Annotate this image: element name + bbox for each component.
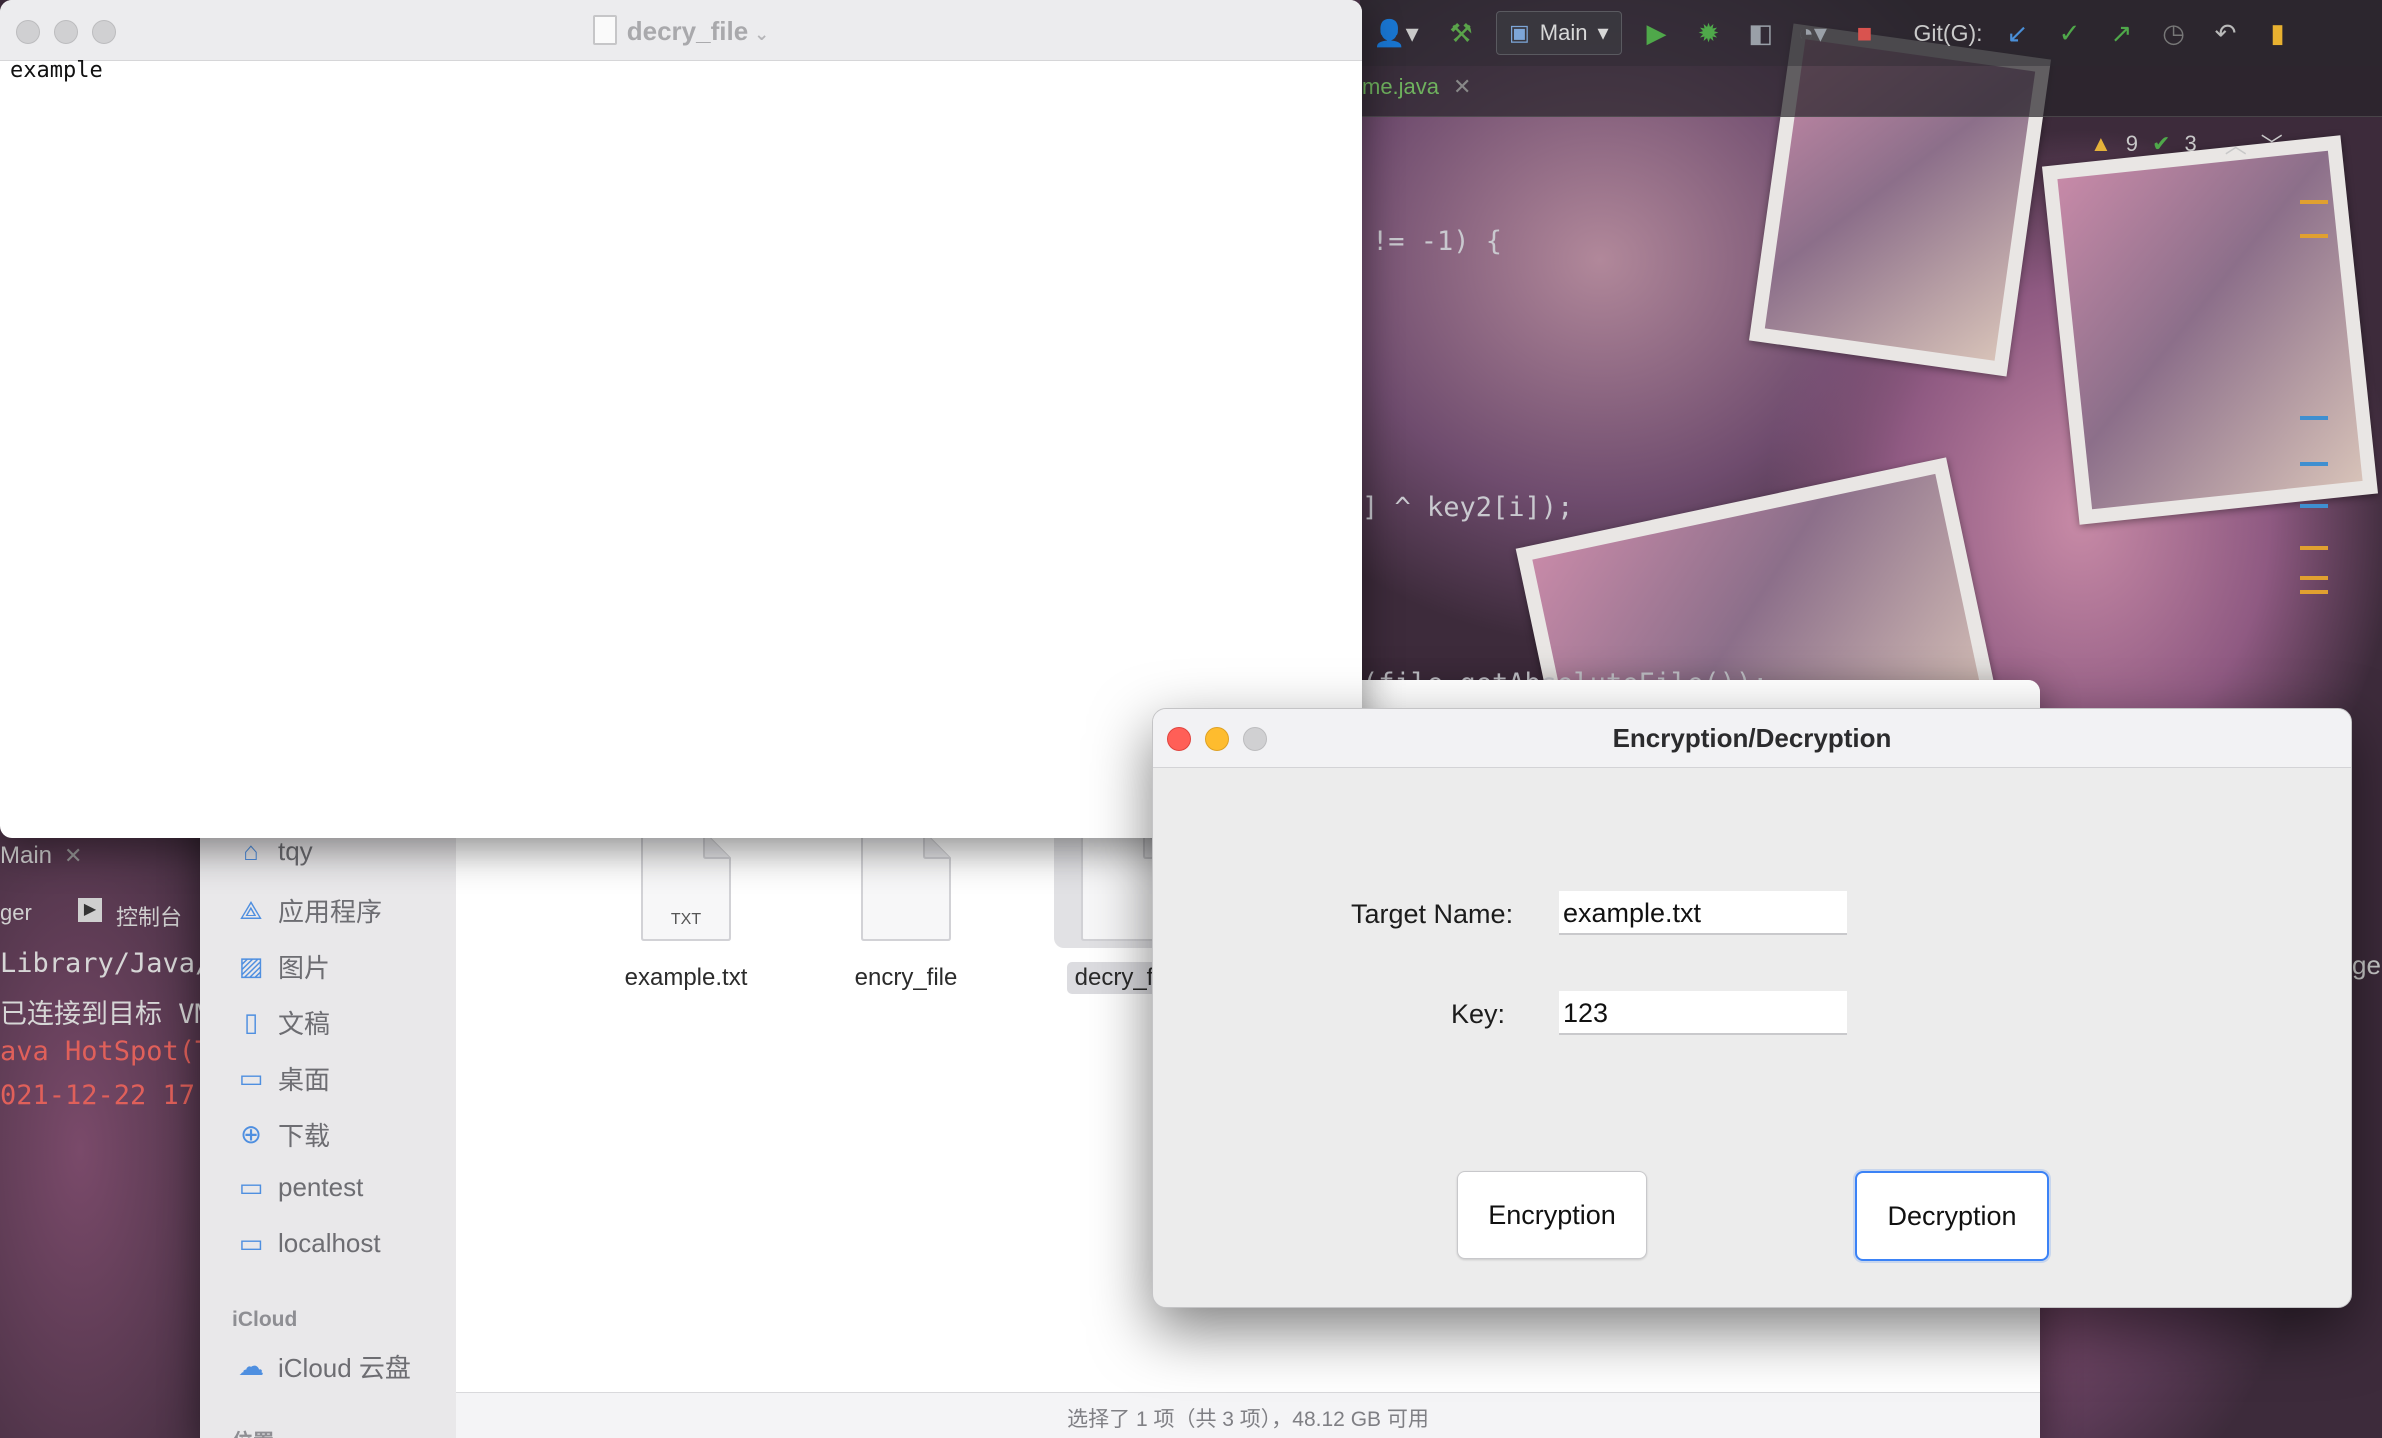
- build-hammer-icon[interactable]: ⚒: [1444, 16, 1478, 50]
- editor-tabbar: me.java ✕: [1360, 66, 2382, 117]
- target-name-input[interactable]: example.txt: [1559, 891, 1847, 935]
- git-label: Git(G):: [1913, 19, 1983, 46]
- git-update-icon[interactable]: ↙: [2001, 16, 2035, 50]
- check-icon: ✔: [2152, 131, 2171, 156]
- text-file-icon: TXT: [641, 831, 731, 941]
- sidebar-item-pentest[interactable]: ▭ pentest: [236, 1172, 364, 1203]
- sidebar-item-downloads[interactable]: ⊕ 下载: [236, 1116, 330, 1153]
- run-tab[interactable]: Main ✕: [0, 842, 82, 870]
- run-config-label: Main: [1539, 20, 1588, 45]
- chevron-down-icon: ⌄: [754, 24, 770, 44]
- cloud-icon: ☁: [238, 1351, 264, 1381]
- editor-minimap[interactable]: [2300, 110, 2382, 630]
- console-line: Library/Java/: [0, 948, 200, 979]
- run-tab-label: Main: [0, 842, 53, 869]
- applications-icon: ⟁: [239, 894, 263, 925]
- history-icon[interactable]: ◷: [2157, 16, 2191, 50]
- debug-icon[interactable]: ✹: [1692, 16, 1726, 50]
- ide-toolbar: 👤▾ ⚒ ▣ Main ▾ ▶ ✹ ◧ ◔▾ ■ Git(G): ↙ ✓ ↗ ◷…: [1360, 0, 2382, 66]
- home-icon: ⌂: [243, 836, 259, 866]
- stop-icon[interactable]: ■: [1848, 16, 1882, 50]
- sidebar-item-label: iCloud 云盘: [278, 1353, 411, 1383]
- warning-icon: ▲: [2090, 131, 2112, 156]
- downloads-icon: ⊕: [240, 1119, 262, 1149]
- file-badge: TXT: [671, 911, 701, 928]
- sidebar-item-label: 应用程序: [278, 897, 383, 927]
- editor-tab-label: me.java: [1362, 74, 1440, 99]
- window-title-text: decry_file: [626, 16, 749, 46]
- dialog-title: Encryption/Decryption: [1612, 723, 1892, 753]
- file-icon: [861, 831, 951, 941]
- decryption-button[interactable]: Decryption: [1855, 1171, 2049, 1261]
- console-icon: ▶: [78, 898, 102, 922]
- folder-icon: ▭: [238, 1172, 264, 1202]
- file-name: example.txt: [624, 964, 748, 991]
- key-input[interactable]: 123: [1559, 991, 1847, 1035]
- window-titlebar: decry_file ⌄: [0, 0, 1362, 61]
- coverage-icon[interactable]: ◧: [1744, 16, 1778, 50]
- user-icon[interactable]: 👤▾: [1366, 16, 1426, 50]
- checks-count: 3: [2184, 131, 2197, 156]
- config-icon: ▣: [1509, 20, 1530, 45]
- plugin-icon[interactable]: ▮: [2261, 16, 2295, 50]
- sidebar-item-label: 文稿: [278, 1009, 331, 1039]
- desktop-icon: ▭: [238, 1063, 264, 1093]
- chevron-down-icon[interactable]: ﹀: [2261, 128, 2283, 160]
- console-line: 已连接到目标 VM,: [0, 999, 200, 1030]
- sidebar-item-label: 桌面: [278, 1065, 331, 1095]
- warnings-count: 9: [2125, 131, 2139, 156]
- finder-statusbar: 选择了 1 项（共 3 项），48.12 GB 可用: [456, 1392, 2040, 1438]
- sidebar-item-localhost[interactable]: ▭ localhost: [236, 1228, 381, 1259]
- sidebar-section-icloud: iCloud: [232, 1308, 298, 1331]
- dialog-titlebar: Encryption/Decryption: [1153, 709, 2351, 768]
- console-toolbar-label: ger: [0, 900, 32, 925]
- run-icon[interactable]: ▶: [1640, 16, 1674, 50]
- partial-label: ge: [2352, 950, 2381, 980]
- sidebar-item-desktop[interactable]: ▭ 桌面: [236, 1060, 330, 1097]
- close-icon[interactable]: ✕: [1453, 74, 1471, 99]
- document-text[interactable]: example: [10, 58, 103, 83]
- sidebar-item-label: 图片: [278, 953, 331, 983]
- sidebar-item-label: 下载: [278, 1121, 331, 1151]
- code-line: ] ^ key2[i]);: [1362, 492, 1574, 523]
- code-line: != -1) {: [1372, 226, 1503, 257]
- window-title[interactable]: decry_file ⌄: [0, 15, 1362, 47]
- rollback-icon[interactable]: ↶: [2209, 16, 2243, 50]
- profile-icon[interactable]: ◔▾: [1796, 16, 1830, 50]
- sidebar-item-icloud-drive[interactable]: ☁ iCloud 云盘: [236, 1348, 411, 1385]
- sidebar-item-pictures[interactable]: ▨ 图片: [236, 948, 330, 985]
- sidebar-item-label: localhost: [278, 1228, 381, 1258]
- chevron-up-icon[interactable]: ︿: [2225, 128, 2247, 160]
- encryption-button[interactable]: Encryption: [1457, 1171, 1647, 1259]
- sidebar-section-locations: 位置: [232, 1426, 274, 1438]
- git-commit-icon[interactable]: ✓: [2053, 16, 2087, 50]
- sidebar-item-label: pentest: [278, 1172, 364, 1202]
- close-icon[interactable]: ✕: [64, 843, 82, 868]
- target-name-label: Target Name:: [1351, 899, 1514, 929]
- console-tab[interactable]: 控制台: [116, 900, 182, 932]
- inspection-widget[interactable]: ▲ 9 ✔ 3 ︿ ﹀: [2090, 128, 2283, 160]
- chevron-down-icon: ▾: [1597, 20, 1609, 45]
- run-config-select[interactable]: ▣ Main ▾: [1496, 11, 1622, 55]
- folder-icon: ▭: [238, 1228, 264, 1258]
- sidebar-item-label: tqy: [278, 836, 313, 866]
- console-toolbar: ger ▶ 控制台: [0, 896, 200, 932]
- console-line: ava HotSpot(T: [0, 1036, 200, 1067]
- status-text: 选择了 1 项（共 3 项），48.12 GB 可用: [1067, 1408, 1429, 1431]
- encryption-dialog: Encryption/Decryption Target Name: examp…: [1152, 708, 2352, 1308]
- git-push-icon[interactable]: ↗: [2105, 16, 2139, 50]
- documents-icon: ▯: [243, 1007, 259, 1037]
- editor-tab[interactable]: me.java ✕: [1362, 74, 1471, 100]
- document-icon: [592, 15, 617, 45]
- key-label: Key:: [1451, 999, 1506, 1029]
- file-name: encry_file: [854, 964, 958, 991]
- sidebar-item-home[interactable]: ⌂ tqy: [236, 836, 313, 867]
- sidebar-item-applications[interactable]: ⟁ 应用程序: [236, 892, 382, 929]
- pictures-icon: ▨: [238, 951, 264, 981]
- sidebar-item-documents[interactable]: ▯ 文稿: [236, 1004, 330, 1041]
- console-line: 021-12-22 17:: [0, 1080, 200, 1111]
